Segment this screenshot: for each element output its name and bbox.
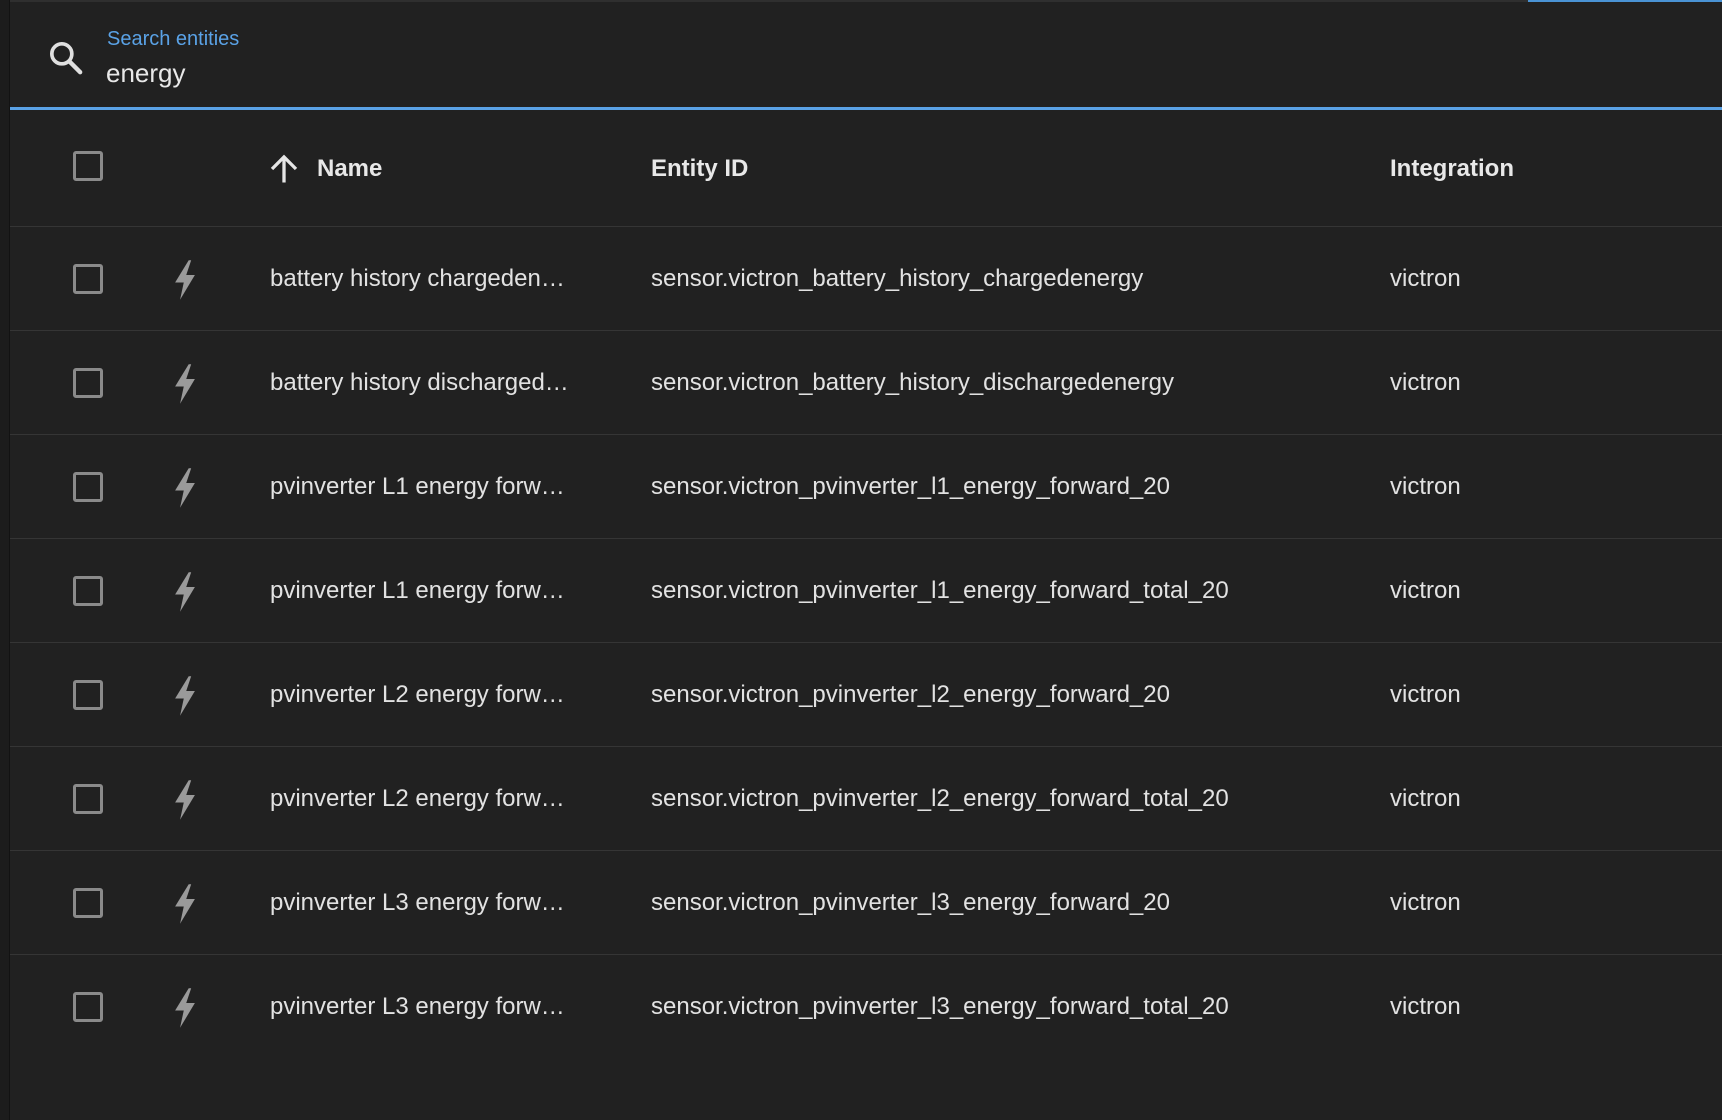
lightning-bolt-icon — [175, 364, 195, 404]
row-checkbox[interactable] — [73, 472, 103, 502]
entity-name-cell: battery history discharged… — [270, 369, 569, 396]
search-bar[interactable]: Search entities — [10, 2, 1722, 110]
lightning-bolt-icon — [175, 676, 195, 716]
integration-cell: victron — [1390, 369, 1461, 396]
search-label: Search entities — [107, 28, 240, 50]
table-row[interactable]: pvinverter L2 energy forw… sensor.victron… — [10, 747, 1722, 851]
column-header-entity-id[interactable]: Entity ID — [651, 111, 748, 227]
row-checkbox[interactable] — [73, 992, 103, 1022]
integration-cell: victron — [1390, 265, 1461, 292]
table-header: Name Entity ID Integration — [10, 111, 1722, 227]
entity-id-cell: sensor.victron_pvinverter_l2_energy_forw… — [651, 681, 1170, 708]
app-frame: Search entities Name Entity ID Integrati… — [0, 0, 1722, 1120]
row-checkbox[interactable] — [73, 680, 103, 710]
search-input[interactable] — [106, 56, 1006, 90]
row-checkbox[interactable] — [73, 888, 103, 918]
lightning-bolt-icon — [175, 780, 195, 820]
integration-cell: victron — [1390, 889, 1461, 916]
entity-id-cell: sensor.victron_battery_history_discharge… — [651, 369, 1174, 396]
table-row[interactable]: battery history discharged… sensor.victro… — [10, 331, 1722, 435]
table-row[interactable]: pvinverter L1 energy forw… sensor.victron… — [10, 539, 1722, 643]
lightning-bolt-icon — [175, 468, 195, 508]
row-checkbox[interactable] — [73, 784, 103, 814]
entity-name-cell: battery history chargeden… — [270, 265, 565, 292]
select-all-checkbox[interactable] — [73, 151, 103, 181]
lightning-bolt-icon — [175, 572, 195, 612]
lightning-bolt-icon — [175, 988, 195, 1028]
row-checkbox[interactable] — [73, 264, 103, 294]
table-row[interactable]: pvinverter L2 energy forw… sensor.victron… — [10, 643, 1722, 747]
entity-name-cell: pvinverter L2 energy forw… — [270, 785, 565, 812]
lightning-bolt-icon — [175, 260, 195, 300]
integration-cell: victron — [1390, 785, 1461, 812]
table-row[interactable]: battery history chargeden… sensor.victron… — [10, 227, 1722, 331]
column-header-name[interactable]: Name — [317, 111, 382, 227]
table-row[interactable]: pvinverter L3 energy forw… sensor.victron… — [10, 851, 1722, 955]
entity-name-cell: pvinverter L3 energy forw… — [270, 889, 565, 916]
search-icon — [50, 42, 83, 75]
table-row[interactable]: pvinverter L3 energy forw… sensor.victron… — [10, 955, 1722, 1059]
entity-name-cell: pvinverter L1 energy forw… — [270, 577, 565, 604]
entity-id-cell: sensor.victron_pvinverter_l3_energy_forw… — [651, 889, 1170, 916]
entity-id-cell: sensor.victron_pvinverter_l1_energy_forw… — [651, 473, 1170, 500]
integration-cell: victron — [1390, 681, 1461, 708]
table-row[interactable]: pvinverter L1 energy forw… sensor.victron… — [10, 435, 1722, 539]
sort-ascending-icon[interactable] — [266, 151, 302, 187]
entity-id-cell: sensor.victron_pvinverter_l1_energy_forw… — [651, 577, 1229, 604]
entity-id-cell: sensor.victron_pvinverter_l2_energy_forw… — [651, 785, 1229, 812]
lightning-bolt-icon — [175, 884, 195, 924]
entity-id-cell: sensor.victron_battery_history_chargeden… — [651, 265, 1144, 292]
row-checkbox[interactable] — [73, 368, 103, 398]
integration-cell: victron — [1390, 577, 1461, 604]
entity-id-cell: sensor.victron_pvinverter_l3_energy_forw… — [651, 993, 1229, 1020]
entities-panel: Search entities Name Entity ID Integrati… — [9, 0, 1722, 1120]
column-header-integration[interactable]: Integration — [1390, 111, 1514, 227]
entity-name-cell: pvinverter L2 energy forw… — [270, 681, 565, 708]
integration-cell: victron — [1390, 473, 1461, 500]
entity-name-cell: pvinverter L3 energy forw… — [270, 993, 565, 1020]
entity-name-cell: pvinverter L1 energy forw… — [270, 473, 565, 500]
integration-cell: victron — [1390, 993, 1461, 1020]
row-checkbox[interactable] — [73, 576, 103, 606]
